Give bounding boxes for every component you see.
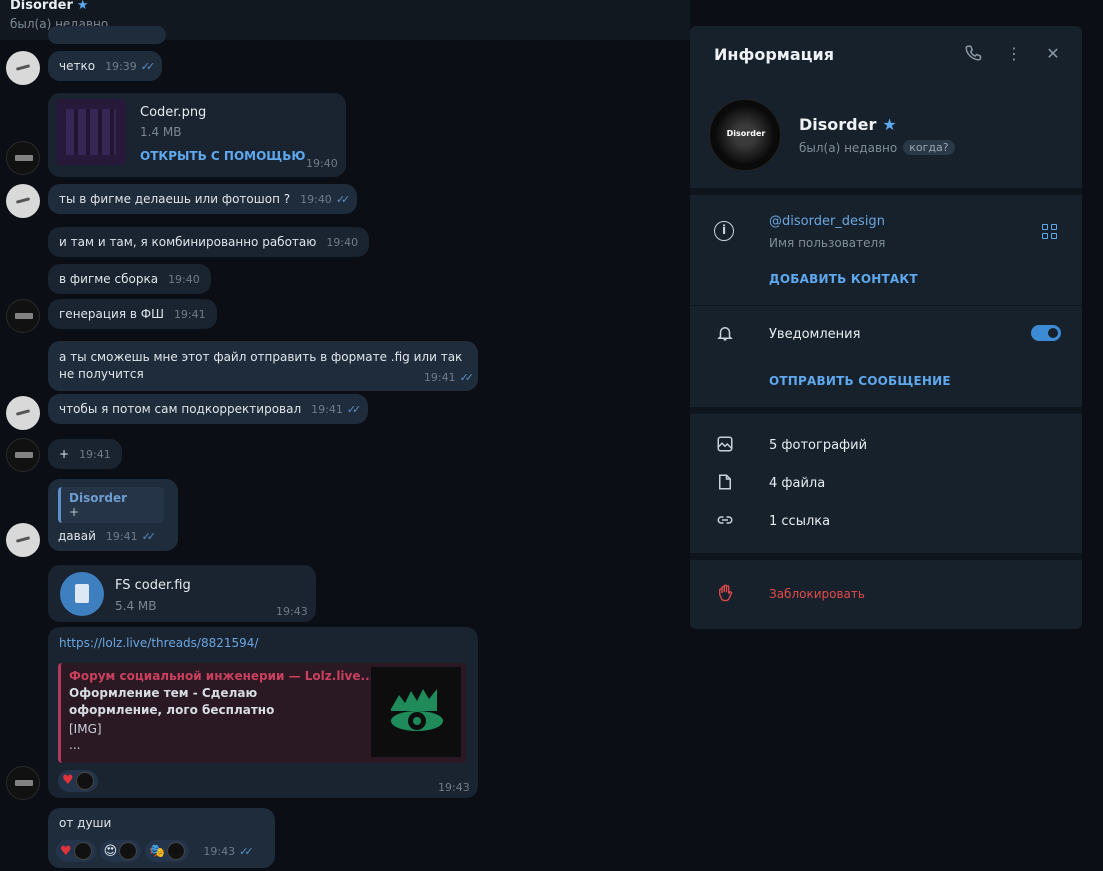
reaction-avatar: [167, 842, 186, 860]
info-icon: i: [714, 221, 734, 241]
avatar[interactable]: [6, 141, 40, 175]
avatar[interactable]: [6, 299, 40, 333]
file-name: Coder.png: [140, 105, 207, 120]
message-bubble[interactable]: а ты сможешь мне этот файл отправить в ф…: [48, 341, 478, 391]
reaction-badge[interactable]: ♥: [58, 769, 98, 792]
read-check-icon: ✓✓: [239, 844, 254, 858]
reactions-row: ♥ 😍 🎭 19:43 ✓✓: [56, 840, 254, 862]
avatar[interactable]: [6, 184, 40, 218]
read-check-icon: ✓✓: [335, 193, 351, 206]
preview-body: ...: [69, 738, 81, 752]
reaction-badge[interactable]: ♥: [56, 840, 96, 862]
message-link[interactable]: https://lolz.live/threads/8821594/: [59, 636, 258, 650]
profile-status: был(а) недавно когда?: [799, 140, 955, 155]
file-size: 1.4 MB: [140, 125, 182, 139]
file-size: 5.4 MB: [115, 599, 157, 613]
when-badge[interactable]: когда?: [903, 140, 955, 155]
add-contact-button[interactable]: ДОБАВИТЬ КОНТАКТ: [769, 272, 918, 286]
preview-image[interactable]: [371, 667, 461, 757]
star-icon: ★: [882, 115, 897, 134]
more-options-icon[interactable]: ⋮: [1004, 44, 1024, 64]
divider: [690, 553, 1082, 560]
reaction-badge[interactable]: 😍: [99, 840, 142, 862]
file-icon[interactable]: [60, 572, 104, 616]
reactions-row: ♥: [58, 769, 102, 792]
message-bubble[interactable]: ты в фигме делаешь или фотошоп ? 19:40 ✓✓: [48, 184, 358, 214]
bell-icon: [714, 324, 736, 346]
avatar[interactable]: [6, 438, 40, 472]
close-icon[interactable]: ✕: [1043, 44, 1063, 64]
username-link[interactable]: @disorder_design: [769, 214, 885, 229]
file-message[interactable]: Coder.png 1.4 MB ОТКРЫТЬ С ПОМОЩЬЮ 19:40: [48, 93, 346, 177]
reaction-badge[interactable]: 🎭: [145, 840, 190, 862]
reaction-avatar: [73, 842, 92, 860]
panel-title: Информация: [714, 45, 834, 64]
open-with-button[interactable]: ОТКРЫТЬ С ПОМОЩЬЮ: [140, 149, 305, 163]
preview-site: Форум социальной инженерии — Lolz.live..…: [69, 669, 375, 683]
image-thumbnail[interactable]: [56, 99, 126, 165]
reply-quote[interactable]: Disorder +: [58, 487, 164, 523]
link-preview[interactable]: Форум социальной инженерии — Lolz.live..…: [58, 663, 466, 763]
photos-item[interactable]: 5 фотографий: [769, 438, 867, 453]
message-bubble[interactable]: четко 19:39 ✓✓: [48, 51, 163, 81]
message-bubble[interactable]: [48, 26, 166, 44]
divider: [690, 305, 1082, 306]
notifications-toggle[interactable]: [1031, 325, 1061, 341]
links-item[interactable]: 1 ссылка: [769, 514, 830, 529]
block-hand-icon: [714, 583, 736, 605]
photo-icon: [714, 435, 736, 457]
avatar[interactable]: [6, 766, 40, 800]
block-user-button[interactable]: Заблокировать: [769, 587, 865, 601]
reaction-avatar: [75, 771, 94, 790]
send-message-button[interactable]: ОТПРАВИТЬ СООБЩЕНИЕ: [769, 374, 951, 388]
star-icon: ★: [76, 0, 89, 13]
divider: [690, 188, 1082, 195]
link-icon: [714, 511, 736, 533]
message-bubble[interactable]: Disorder + давай 19:41 ✓✓: [48, 479, 178, 551]
divider: [690, 407, 1082, 414]
read-check-icon: ✓✓: [140, 60, 156, 73]
message-bubble[interactable]: и там и там, я комбинированно работаю 19:…: [48, 227, 370, 257]
read-check-icon: ✓✓: [141, 530, 157, 543]
link-message[interactable]: https://lolz.live/threads/8821594/ Форум…: [48, 627, 478, 798]
eye-logo-icon: [391, 689, 443, 731]
username-label: Имя пользователя: [769, 236, 886, 250]
message-bubble[interactable]: чтобы я потом сам подкорректировал 19:41 ✓…: [48, 394, 369, 424]
avatar[interactable]: [6, 523, 40, 557]
reaction-avatar: [119, 842, 138, 860]
avatar[interactable]: [6, 396, 40, 430]
notifications-label: Уведомления: [769, 327, 861, 342]
message-meta: 19:41 ✓✓: [423, 371, 475, 384]
preview-title: Оформление тем - Сделаю оформление, лого…: [69, 686, 275, 717]
avatar[interactable]: [6, 51, 40, 85]
read-check-icon: ✓✓: [346, 403, 362, 416]
message-bubble[interactable]: от души ♥ 😍 🎭 19:43 ✓✓: [48, 808, 275, 868]
phone-icon[interactable]: [963, 44, 983, 64]
file-message[interactable]: FS coder.fig 5.4 MB 19:43: [48, 565, 316, 622]
qr-code-icon[interactable]: [1042, 224, 1058, 240]
preview-body: [IMG]: [69, 722, 102, 736]
file-name: FS coder.fig: [115, 578, 191, 593]
message-bubble[interactable]: +19:41: [48, 439, 122, 469]
profile-name: Disorder ★: [799, 115, 897, 134]
user-info-panel: Информация ⋮ ✕ Disorder Disorder ★ был(а…: [690, 26, 1082, 629]
message-bubble[interactable]: в фигме сборка 19:40: [48, 264, 211, 294]
chat-title: Disorder ★: [10, 0, 89, 13]
profile-avatar[interactable]: Disorder: [709, 99, 781, 171]
read-check-icon: ✓✓: [459, 371, 475, 384]
files-item[interactable]: 4 файла: [769, 476, 825, 491]
message-bubble[interactable]: генерация в ФШ 19:41: [48, 299, 217, 329]
file-icon: [714, 473, 736, 495]
